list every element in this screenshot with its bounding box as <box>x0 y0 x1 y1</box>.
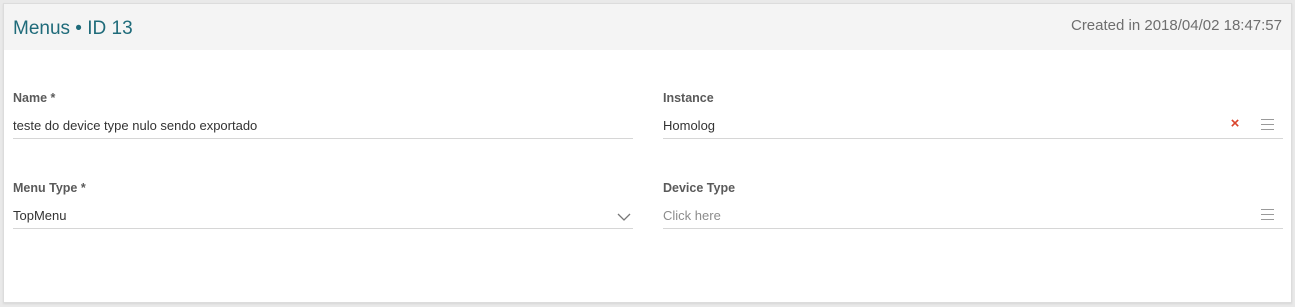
menu-type-label: Menu Type * <box>13 181 86 195</box>
device-type-label: Device Type <box>663 181 736 195</box>
page-title: Menus • ID 13 <box>13 18 133 39</box>
list-icon[interactable] <box>1261 119 1274 131</box>
menu-type-value: TopMenu <box>13 208 67 223</box>
name-label: Name * <box>13 91 56 105</box>
instance-value: Homolog <box>663 118 716 133</box>
menu-type-select[interactable]: TopMenu <box>13 203 633 229</box>
name-input[interactable]: teste do device type nulo sendo exportad… <box>13 113 633 139</box>
chevron-down-icon[interactable] <box>617 209 631 221</box>
name-value: teste do device type nulo sendo exportad… <box>13 118 258 133</box>
created-timestamp: Created in 2018/04/02 18:47:57 <box>1070 17 1282 34</box>
list-icon[interactable] <box>1261 209 1274 221</box>
device-type-select[interactable]: Click here <box>663 203 1283 229</box>
device-type-placeholder: Click here <box>663 208 721 223</box>
instance-select[interactable]: Homolog × <box>663 113 1283 139</box>
card-header: Menus • ID 13 Created in 2018/04/02 18:4… <box>4 4 1291 50</box>
menu-detail-card: Menus • ID 13 Created in 2018/04/02 18:4… <box>3 3 1292 303</box>
instance-label: Instance <box>663 91 714 105</box>
close-icon[interactable]: × <box>1229 116 1241 131</box>
